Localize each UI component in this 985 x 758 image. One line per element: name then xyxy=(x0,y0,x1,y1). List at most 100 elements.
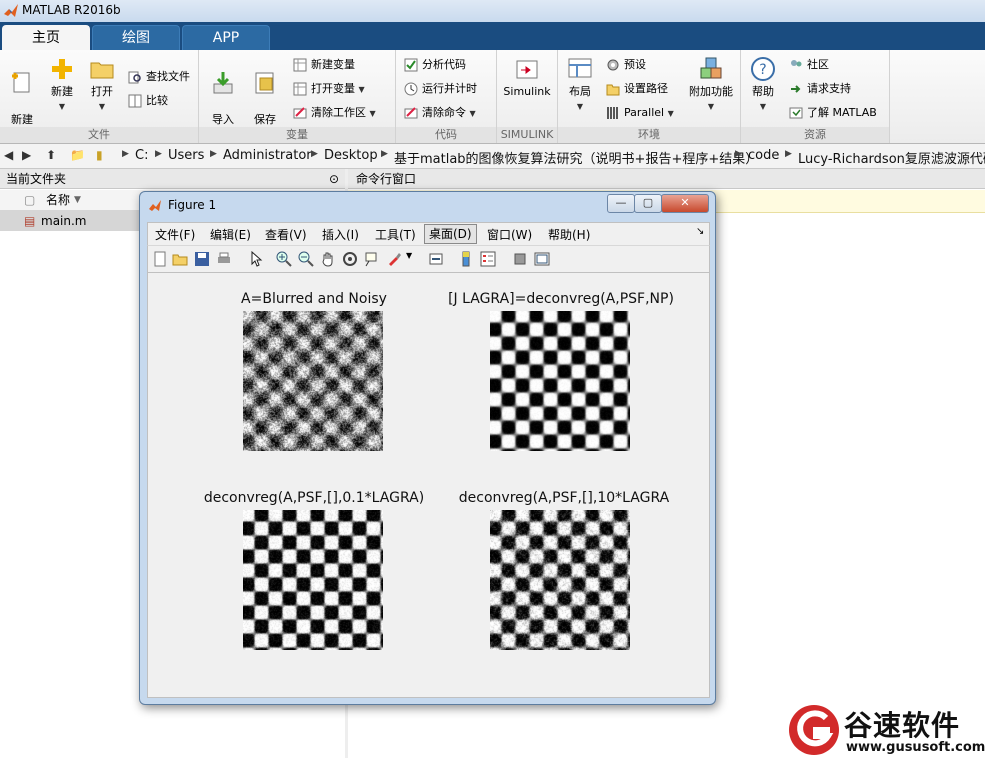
menu-insert[interactable]: 插入(I) xyxy=(322,226,359,243)
menu-view[interactable]: 查看(V) xyxy=(265,226,307,243)
ribbon-section-simulink: Simulink SIMULINK xyxy=(497,50,558,143)
tab-home[interactable]: 主页 xyxy=(2,25,90,51)
save-workspace-icon xyxy=(255,72,274,94)
open-button[interactable]: 打开 ▼ xyxy=(84,56,120,114)
colorbar-icon[interactable] xyxy=(458,251,474,267)
legend-icon[interactable] xyxy=(480,251,496,267)
menu-desktop[interactable]: 桌面(D) xyxy=(424,224,477,244)
analyze-code-icon xyxy=(404,58,418,72)
maximize-button[interactable]: ▢ xyxy=(634,194,662,213)
preferences-button[interactable]: 预设 xyxy=(606,56,646,74)
breadcrumb-item[interactable]: C: xyxy=(135,148,148,163)
subplot-title: deconvreg(A,PSF,[],10*LAGRA xyxy=(458,490,670,506)
brand-watermark: 谷速软件 www.gususoft.com xyxy=(786,702,985,758)
command-window-header: 命令行窗口 xyxy=(348,169,985,189)
menu-tools[interactable]: 工具(T) xyxy=(375,226,416,243)
data-cursor-icon[interactable] xyxy=(364,251,380,267)
new-figure-icon[interactable] xyxy=(152,251,168,267)
find-files-icon xyxy=(128,71,141,84)
app-titlebar: MATLAB R2016b xyxy=(0,0,985,23)
open-file-icon[interactable] xyxy=(172,251,188,267)
compare-label: 比较 xyxy=(146,94,168,107)
close-button[interactable]: ✕ xyxy=(661,194,709,213)
request-support-button[interactable]: 请求支持 xyxy=(789,80,851,98)
help-button[interactable]: ? 帮助 ▼ xyxy=(747,56,779,114)
address-bar: ◀ ▶ ⬆ 📁 ▮ ▶ C: ▶ Users ▶ Administrator ▶… xyxy=(0,144,985,169)
panel-menu-icon[interactable]: ⊙ xyxy=(329,169,339,189)
clear-commands-label: 清除命令 xyxy=(422,106,466,119)
breadcrumb-item[interactable]: 基于matlab的图像恢复算法研究（说明书+报告+程序+结果） xyxy=(394,148,758,167)
new-button[interactable]: 新建 ▼ xyxy=(44,56,80,114)
dock-arrow-icon[interactable]: ↘ xyxy=(696,226,704,237)
breadcrumb-item[interactable]: Users xyxy=(168,148,204,163)
learn-matlab-button[interactable]: 了解 MATLAB xyxy=(789,104,877,122)
subplot-image-high-lagra xyxy=(490,510,630,650)
print-icon[interactable] xyxy=(216,251,232,267)
help-icon: ? xyxy=(751,57,775,81)
addons-button[interactable]: 附加功能 ▼ xyxy=(686,56,736,114)
layout-icon xyxy=(568,58,592,78)
pointer-icon[interactable] xyxy=(248,251,264,267)
find-files-button[interactable]: 查找文件 xyxy=(128,68,190,86)
gear-icon xyxy=(607,59,619,71)
show-plot-tools-icon[interactable] xyxy=(534,251,550,267)
simulink-button[interactable]: Simulink xyxy=(501,56,553,99)
ribbon: 新建 脚本 新建▼ 打开▼ 查找文件 比较 文件 导入 数据 保存 工作区 新建… xyxy=(0,50,985,144)
up-folder-icon[interactable]: ⬆ xyxy=(46,148,56,162)
link-plot-icon[interactable] xyxy=(428,251,444,267)
subplot-title: deconvreg(A,PSF,[],0.1*LAGRA) xyxy=(203,490,425,506)
save-icon[interactable] xyxy=(194,251,210,267)
rotate-3d-icon[interactable] xyxy=(342,251,358,267)
section-label-code: 代码 xyxy=(396,127,496,143)
new-variable-button[interactable]: 新建变量 xyxy=(293,56,355,74)
separator-arrow-icon: ▶ xyxy=(735,149,742,159)
file-type-column-icon: ▢ xyxy=(24,193,36,207)
new-script-icon xyxy=(12,72,30,93)
brush-dropdown-icon[interactable]: ▼ xyxy=(406,251,412,260)
menu-help[interactable]: 帮助(H) xyxy=(548,226,590,243)
forward-arrow-icon[interactable]: ▶ xyxy=(22,148,31,162)
compare-button[interactable]: 比较 xyxy=(128,92,168,110)
plus-icon xyxy=(52,59,72,79)
community-button[interactable]: 社区 xyxy=(789,56,829,74)
ribbon-section-environment: 布局 ▼ 预设 设置路径 Parallel ▼ 附加功能 ▼ 环境 xyxy=(558,50,741,143)
parallel-button[interactable]: Parallel ▼ xyxy=(606,104,674,122)
minimize-button[interactable]: — xyxy=(607,194,635,213)
clear-commands-button[interactable]: 清除命令 ▼ xyxy=(404,104,476,122)
zoom-in-icon[interactable] xyxy=(276,251,292,267)
back-arrow-icon[interactable]: ◀ xyxy=(4,148,13,162)
tab-plots[interactable]: 绘图 xyxy=(92,25,180,51)
simulink-icon xyxy=(516,60,538,79)
menu-window[interactable]: 窗口(W) xyxy=(487,226,532,243)
set-path-label: 设置路径 xyxy=(624,82,668,95)
breadcrumb-item[interactable]: Desktop xyxy=(324,148,378,163)
section-label-resources: 资源 xyxy=(741,127,889,143)
brush-icon[interactable] xyxy=(386,251,402,267)
set-path-button[interactable]: 设置路径 xyxy=(606,80,668,98)
menu-edit[interactable]: 编辑(E) xyxy=(210,226,251,243)
community-label: 社区 xyxy=(807,58,829,71)
clear-workspace-label: 清除工作区 xyxy=(311,106,366,119)
section-label-variable: 变量 xyxy=(199,127,395,143)
caret-down-icon: ▼ xyxy=(576,102,584,111)
menu-file[interactable]: 文件(F) xyxy=(155,226,195,243)
breadcrumb-item[interactable]: Lucy-Richardson复原滤波源代码 xyxy=(798,148,985,167)
zoom-out-icon[interactable] xyxy=(298,251,314,267)
breadcrumb-item[interactable]: code xyxy=(748,148,779,163)
tab-apps[interactable]: APP xyxy=(182,25,270,51)
browse-folder-icon[interactable]: 📁 xyxy=(70,148,85,162)
app-title: MATLAB R2016b xyxy=(22,3,121,17)
hide-plot-tools-icon[interactable] xyxy=(512,251,528,267)
clear-workspace-button[interactable]: 清除工作区 ▼ xyxy=(293,104,376,122)
find-files-label: 查找文件 xyxy=(146,70,190,83)
analyze-code-button[interactable]: 分析代码 xyxy=(404,56,466,74)
run-and-time-button[interactable]: 运行并计时 xyxy=(404,80,477,98)
layout-button[interactable]: 布局 ▼ xyxy=(562,56,598,114)
breadcrumb-item[interactable]: Administrator xyxy=(223,148,312,163)
caret-down-icon: ▼ xyxy=(667,109,674,118)
ribbon-section-code: 分析代码 运行并计时 清除命令 ▼ 代码 xyxy=(396,50,497,143)
ribbon-section-resources: ? 帮助 ▼ 社区 请求支持 了解 MATLAB 资源 xyxy=(741,50,890,143)
pan-hand-icon[interactable] xyxy=(320,251,336,267)
current-folder-title: 当前文件夹 xyxy=(6,172,67,186)
open-variable-button[interactable]: 打开变量 ▼ xyxy=(293,80,365,98)
